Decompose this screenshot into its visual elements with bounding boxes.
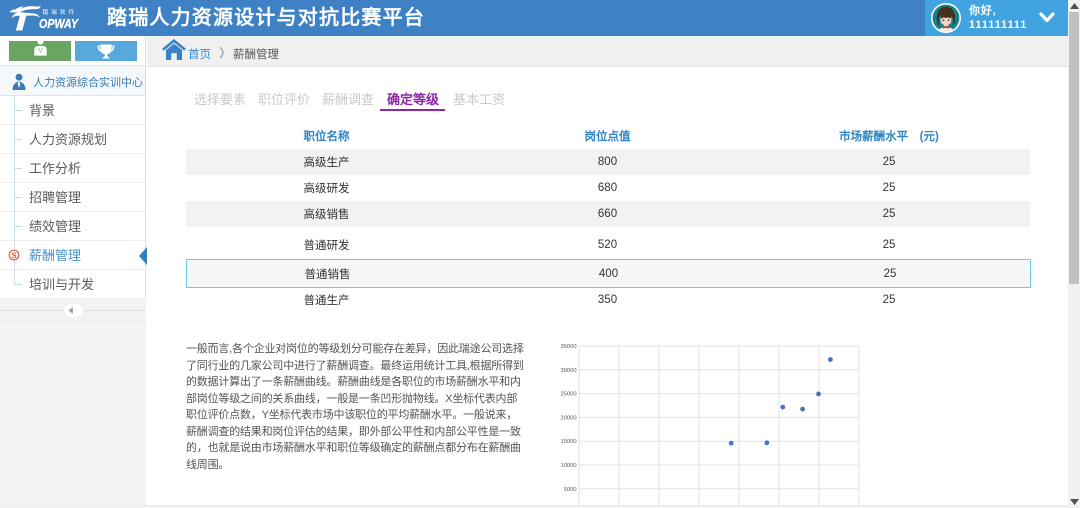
svg-text:20000: 20000: [560, 415, 576, 421]
svg-text:OPWAY: OPWAY: [39, 16, 79, 31]
svg-text:30000: 30000: [560, 368, 576, 374]
svg-text:5000: 5000: [564, 487, 577, 493]
svg-text:35000: 35000: [560, 344, 576, 350]
svg-text:15000: 15000: [560, 439, 576, 445]
svg-text:25000: 25000: [560, 392, 576, 398]
svg-text:踏瑞软件: 踏瑞软件: [43, 8, 78, 16]
svg-text:S: S: [12, 250, 17, 260]
svg-text:10000: 10000: [560, 463, 576, 469]
